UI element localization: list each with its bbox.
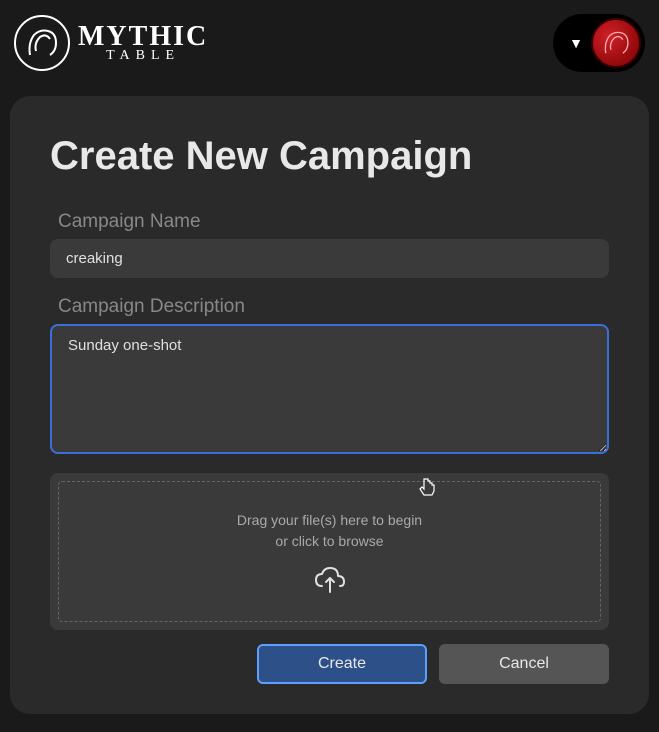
app-header: MYTHIC TABLE ▼ bbox=[0, 0, 659, 86]
dropzone-text-1: Drag your file(s) here to begin bbox=[69, 510, 590, 531]
user-menu[interactable]: ▼ bbox=[553, 14, 645, 72]
campaign-description-input[interactable] bbox=[50, 324, 609, 454]
campaign-name-input[interactable] bbox=[50, 239, 609, 278]
create-button[interactable]: Create bbox=[257, 644, 427, 684]
chevron-down-icon: ▼ bbox=[569, 35, 583, 51]
pointer-cursor-icon bbox=[419, 477, 437, 502]
brand-text: MYTHIC TABLE bbox=[78, 23, 208, 63]
user-avatar[interactable] bbox=[591, 18, 641, 68]
brand-logo-icon bbox=[14, 15, 70, 71]
button-row: Create Cancel bbox=[50, 644, 609, 684]
dropzone-inner: Drag your file(s) here to begin or click… bbox=[58, 481, 601, 622]
cloud-upload-icon bbox=[312, 566, 348, 601]
campaign-description-label: Campaign Description bbox=[58, 296, 609, 318]
campaign-name-label: Campaign Name bbox=[58, 211, 609, 233]
create-campaign-card: Create New Campaign Campaign Name Campai… bbox=[10, 96, 649, 714]
brand-main: MYTHIC bbox=[78, 23, 208, 51]
page-title: Create New Campaign bbox=[50, 134, 609, 179]
dropzone-text-2: or click to browse bbox=[69, 531, 590, 552]
brand-sub: TABLE bbox=[78, 49, 208, 63]
file-dropzone[interactable]: Drag your file(s) here to begin or click… bbox=[50, 473, 609, 630]
cancel-button[interactable]: Cancel bbox=[439, 644, 609, 684]
brand-logo[interactable]: MYTHIC TABLE bbox=[14, 15, 208, 71]
